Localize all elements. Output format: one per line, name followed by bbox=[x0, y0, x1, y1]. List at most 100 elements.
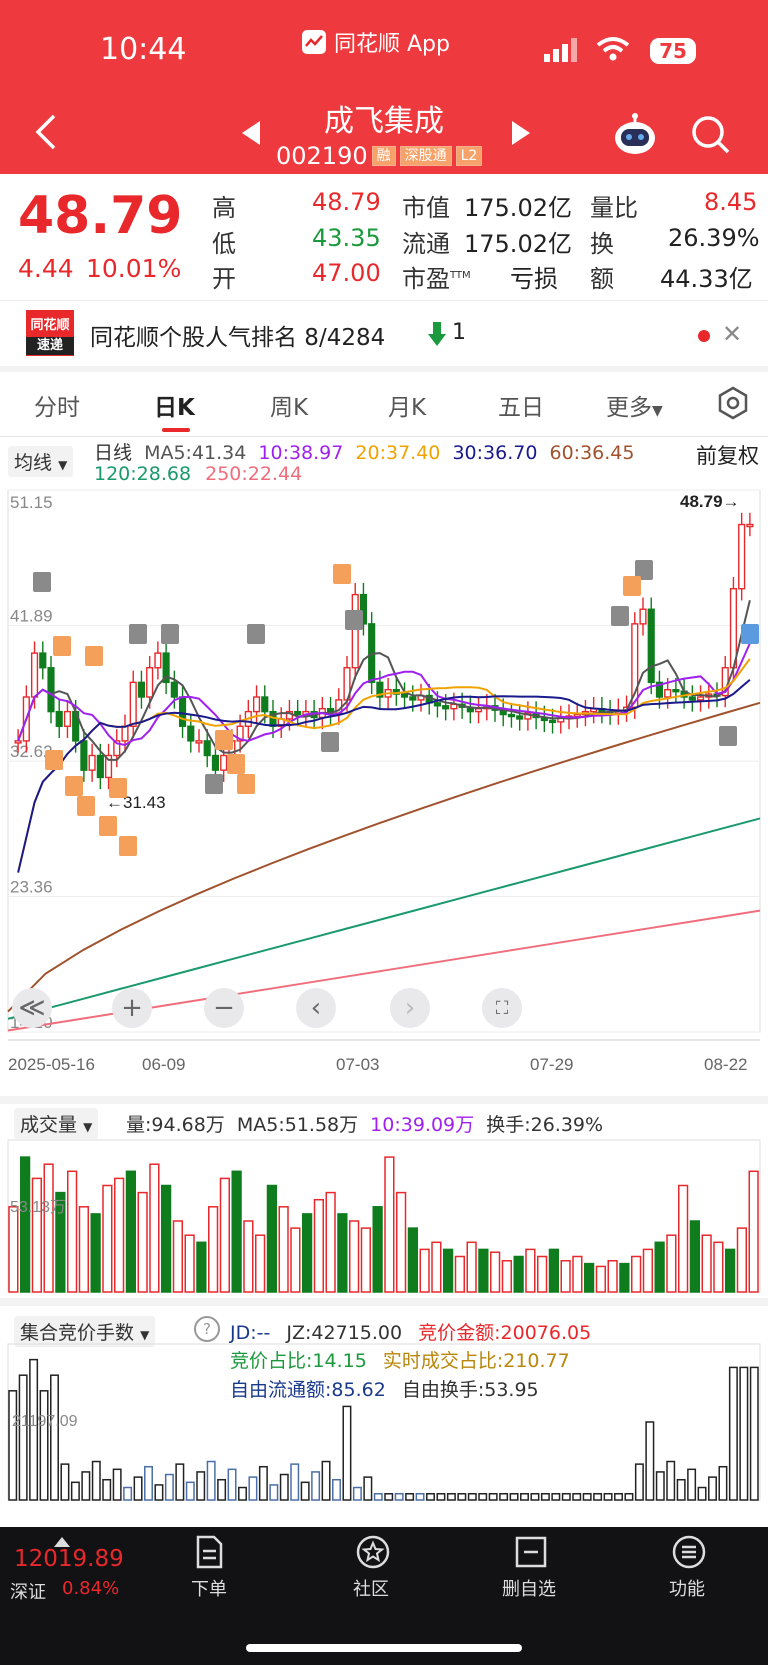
x-tick-label: 08-22 bbox=[704, 1055, 747, 1074]
auction-bar bbox=[509, 1493, 519, 1501]
help-icon[interactable]: ? bbox=[194, 1316, 220, 1342]
zoom-in-icon[interactable]: + bbox=[112, 988, 152, 1028]
index-change: 0.84% bbox=[62, 1578, 120, 1599]
auction-bar bbox=[708, 1476, 717, 1501]
indicator-dropdown[interactable]: 均线 ▼ bbox=[8, 446, 74, 477]
auction-chart[interactable]: 21197.09 bbox=[0, 1340, 768, 1505]
volume-legend: 量:94.68万 MA5:51.58万 10:39.09万 换手:26.39% bbox=[126, 1114, 604, 1136]
auction-bar bbox=[728, 1366, 738, 1501]
auction-bar bbox=[227, 1468, 237, 1501]
index-value[interactable]: 12019.89 bbox=[14, 1546, 124, 1572]
volume-bar bbox=[466, 1241, 477, 1293]
volume-dropdown[interactable]: 成交量 ▼ bbox=[14, 1108, 99, 1139]
auction-bar bbox=[175, 1463, 185, 1501]
zoom-out-icon[interactable]: − bbox=[204, 988, 244, 1028]
popularity-banner[interactable]: 同花顺 速递 同花顺个股人气排名 8/4284 1 ✕ bbox=[0, 302, 768, 366]
trade-marker bbox=[65, 776, 83, 796]
down-arrow-icon bbox=[428, 322, 446, 350]
auction-bar bbox=[91, 1460, 101, 1501]
settings-hex-icon[interactable] bbox=[716, 386, 750, 424]
nav-remove-watchlist[interactable]: 删自选 bbox=[484, 1535, 574, 1601]
trade-marker bbox=[85, 646, 103, 666]
tab-five-day[interactable]: 五日 bbox=[498, 388, 544, 422]
volume-bar bbox=[595, 1265, 606, 1293]
minus-square-icon bbox=[514, 1535, 547, 1569]
candle bbox=[664, 688, 672, 698]
trade-marker bbox=[623, 576, 641, 596]
auction-bar bbox=[102, 1478, 112, 1501]
auction-bar bbox=[123, 1486, 133, 1501]
candle bbox=[178, 696, 187, 727]
auction-bar bbox=[206, 1460, 216, 1501]
tab-daily-k[interactable]: 日K bbox=[154, 388, 195, 422]
candle bbox=[400, 693, 409, 698]
volume-bar bbox=[548, 1248, 559, 1293]
volume-bar bbox=[631, 1255, 642, 1293]
candle bbox=[154, 652, 162, 669]
status-time: 10:44 bbox=[100, 32, 187, 67]
volume-bar bbox=[525, 1248, 536, 1293]
nav-functions[interactable]: 功能 bbox=[642, 1535, 732, 1601]
trade-marker bbox=[719, 726, 737, 746]
trade-marker bbox=[333, 564, 351, 584]
y-tick-label: 21197.09 bbox=[12, 1413, 78, 1430]
nav-order[interactable]: 下单 bbox=[164, 1535, 254, 1601]
volume-bar bbox=[360, 1227, 371, 1293]
auction-bar bbox=[561, 1493, 571, 1501]
robot-assistant-icon[interactable] bbox=[612, 112, 658, 162]
collapse-left-icon[interactable]: ≪ bbox=[12, 988, 52, 1028]
community-star-icon bbox=[356, 1535, 390, 1569]
auction-bar bbox=[572, 1493, 582, 1501]
wifi-icon bbox=[596, 36, 630, 66]
tab-monthly-k[interactable]: 月K bbox=[388, 388, 426, 422]
trade-marker bbox=[119, 836, 137, 856]
volume-bar bbox=[290, 1227, 301, 1293]
volume-bar bbox=[678, 1184, 689, 1293]
pe-label: 市盈TTM bbox=[402, 265, 471, 293]
search-icon[interactable] bbox=[690, 114, 730, 160]
volume-bar bbox=[8, 1206, 19, 1293]
scroll-left-icon[interactable]: ‹ bbox=[296, 988, 336, 1028]
price-change-pct: 10.01% bbox=[86, 254, 182, 283]
auction-bar bbox=[311, 1471, 321, 1501]
next-stock-icon[interactable] bbox=[510, 120, 532, 150]
app-switch-pill[interactable]: 同花顺 App bbox=[302, 26, 450, 58]
volume-bar bbox=[501, 1260, 512, 1293]
badge-connect: 深股通 bbox=[399, 146, 452, 166]
volume-bar bbox=[102, 1184, 113, 1293]
tab-more[interactable]: 更多▼ bbox=[606, 388, 663, 422]
badge-l2: L2 bbox=[455, 146, 483, 166]
adjust-toggle[interactable]: 前复权 bbox=[696, 440, 759, 470]
volume-bar bbox=[748, 1170, 759, 1293]
mktcap-label: 市值 bbox=[402, 194, 450, 222]
auction-bar bbox=[279, 1473, 289, 1501]
candle bbox=[96, 754, 104, 779]
tab-intraday[interactable]: 分时 bbox=[34, 388, 80, 422]
auction-bar bbox=[290, 1463, 300, 1501]
fullscreen-icon[interactable]: ⛶ bbox=[482, 988, 522, 1028]
x-tick-label: 07-03 bbox=[336, 1055, 379, 1074]
trade-marker bbox=[53, 636, 71, 656]
mktcap-value: 175.02亿 bbox=[464, 194, 572, 222]
index-name: 深证 bbox=[10, 1582, 46, 1603]
scroll-right-icon[interactable]: › bbox=[390, 988, 430, 1028]
auction-bar bbox=[687, 1468, 697, 1501]
tab-weekly-k[interactable]: 周K bbox=[270, 388, 308, 422]
nav-community[interactable]: 社区 bbox=[326, 1535, 416, 1601]
volume-bar bbox=[78, 1206, 89, 1293]
stock-code: 002190 bbox=[276, 142, 368, 170]
candle bbox=[252, 696, 261, 713]
candle bbox=[738, 523, 746, 590]
auction-bar bbox=[133, 1476, 143, 1501]
auction-bar bbox=[436, 1493, 446, 1501]
auction-bar bbox=[269, 1484, 279, 1501]
close-icon[interactable]: ✕ bbox=[722, 320, 742, 348]
auction-bar bbox=[144, 1465, 153, 1501]
app-icon bbox=[302, 30, 326, 54]
auction-bar bbox=[321, 1460, 331, 1501]
volume-bar bbox=[443, 1248, 454, 1293]
volume-chart[interactable]: 53.13万 bbox=[0, 1136, 768, 1296]
auction-bar bbox=[373, 1493, 383, 1501]
unread-dot bbox=[698, 330, 710, 342]
volume-bar bbox=[642, 1248, 653, 1293]
